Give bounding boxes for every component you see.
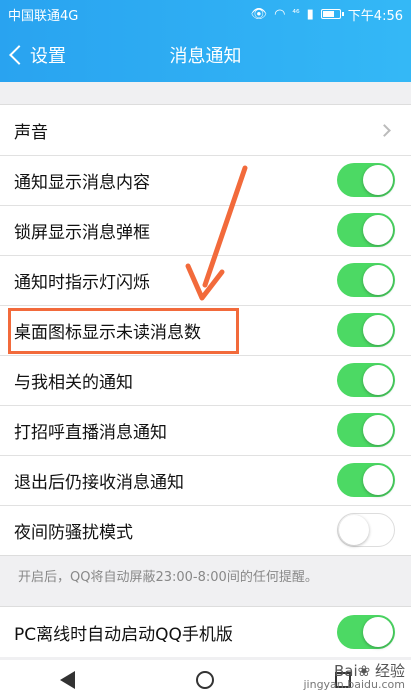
setting-label: 声音 [14,122,48,143]
battery-icon [320,9,344,19]
carrier-label: 中国联通4G [8,8,79,24]
watermark-brand: Bai❀ 经验 [334,662,405,680]
eye-icon: 👁 [250,6,268,22]
chevron-left-icon [9,45,29,65]
setting-label: 锁屏显示消息弹框 [14,222,150,243]
settings-row-lockscreen-popup: 锁屏显示消息弹框 [0,205,411,255]
toggle-knob [363,465,393,495]
night-mode-hint: 开启后，QQ将自动屏蔽23:00-8:00间的任何提醒。 [18,570,318,585]
settings-group-2: PC离线时自动启动QQ手机版 [0,606,411,657]
settings-row-live-notify: 打招呼直播消息通知 [0,405,411,455]
setting-label: 退出后仍接收消息通知 [14,472,184,493]
live-notify-toggle[interactable] [337,413,395,447]
toggle-knob [363,265,393,295]
setting-label: 通知显示消息内容 [14,172,150,193]
settings-row-show-content: 通知显示消息内容 [0,155,411,205]
badge-count-toggle[interactable] [337,313,395,347]
settings-row-sound[interactable]: 声音 [0,105,411,155]
settings-row-night-mode: 夜间防骚扰模式 [0,505,411,555]
toggle-knob [363,415,393,445]
signal-icon: ▮ [306,6,314,22]
status-bar: 中国联通4G 👁 ◠ ⁴⁶ ▮ 下午4:56 [0,0,411,28]
nav-back-icon[interactable] [60,671,76,689]
night-mode-toggle[interactable] [337,513,395,547]
receive-after-exit-toggle[interactable] [337,463,395,497]
pc-offline-toggle[interactable] [337,615,395,649]
clock: 下午4:56 [347,8,403,24]
setting-label: 打招呼直播消息通知 [14,422,167,443]
settings-row-led-blink: 通知时指示灯闪烁 [0,255,411,305]
show-content-toggle[interactable] [337,163,395,197]
toggle-knob [339,515,369,545]
lockscreen-popup-toggle[interactable] [337,213,395,247]
watermark: Bai❀ 经验 jingyan.baidu.com [303,664,405,692]
back-button[interactable]: 设置 [6,28,66,82]
toggle-knob [363,365,393,395]
battery-fill [322,11,334,17]
network-type-label: ⁴⁶ [292,9,300,19]
nav-home-icon[interactable] [195,671,214,689]
toggle-knob [363,617,393,647]
settings-row-related-notify: 与我相关的通知 [0,355,411,405]
led-blink-toggle[interactable] [337,263,395,297]
setting-label: 夜间防骚扰模式 [14,522,133,543]
toggle-knob [363,315,393,345]
toggle-knob [363,215,393,245]
setting-label: 与我相关的通知 [14,372,133,393]
annotation-highlight-box [8,308,239,354]
back-label: 设置 [30,46,66,67]
nav-bar: 设置 消息通知 [0,28,411,82]
settings-row-pc-offline: PC离线时自动启动QQ手机版 [0,607,411,657]
settings-row-receive-after-exit: 退出后仍接收消息通知 [0,455,411,505]
related-notify-toggle[interactable] [337,363,395,397]
setting-label: PC离线时自动启动QQ手机版 [14,624,233,645]
toggle-knob [363,165,393,195]
chevron-right-icon [378,123,391,137]
watermark-url: jingyan.baidu.com [303,678,405,691]
wifi-icon: ◠ [274,6,286,22]
setting-label: 通知时指示灯闪烁 [14,272,150,293]
